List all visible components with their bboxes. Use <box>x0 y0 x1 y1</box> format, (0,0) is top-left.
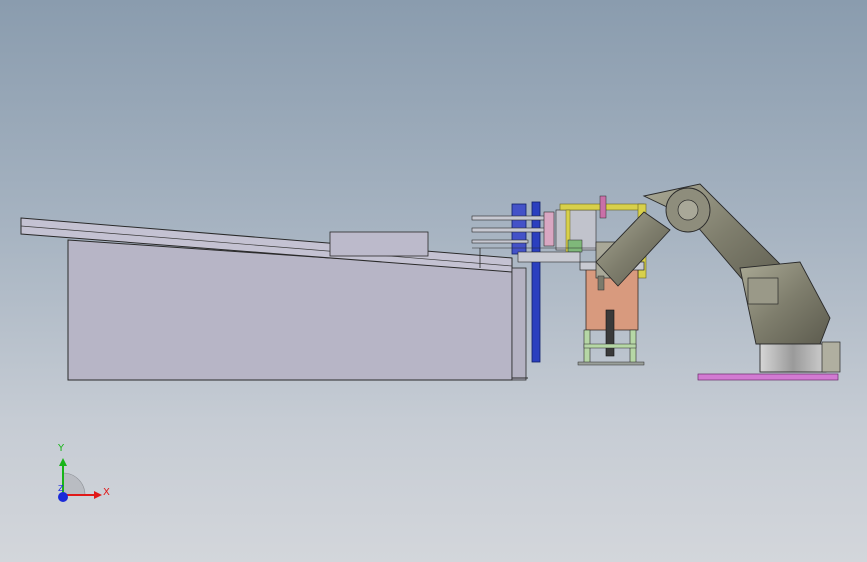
frame-rail-1 <box>471 215 553 221</box>
conveyor-end-cap <box>511 267 527 381</box>
coordinate-triad <box>58 458 102 502</box>
stand-cross-bar <box>583 343 637 349</box>
robot-base-plate <box>697 373 839 381</box>
conveyor-side-box <box>329 231 429 257</box>
robot-cable-box <box>821 341 841 373</box>
frame-slide <box>517 251 581 263</box>
robot-shoulder-box <box>747 277 779 305</box>
z-axis-label: Z <box>58 484 64 493</box>
cad-viewport[interactable]: Y X Z <box>0 0 867 562</box>
frame-pink-panel <box>543 211 555 247</box>
robot-elbow-cap <box>677 199 699 221</box>
y-axis-label: Y <box>58 443 65 454</box>
frame-pink-cylinder <box>599 195 607 219</box>
frame-rail-2 <box>471 227 553 233</box>
frame-blue-post <box>531 201 541 363</box>
gripper-jaw <box>597 275 605 291</box>
assembly-model[interactable] <box>0 0 867 562</box>
x-axis-label: X <box>103 487 110 498</box>
stand-foot <box>577 361 645 366</box>
robot-base <box>759 343 827 373</box>
frame-rail-3 <box>471 239 529 244</box>
fixture-rod <box>605 309 615 357</box>
inclined-conveyor[interactable] <box>20 217 528 381</box>
triad-arc <box>62 472 86 496</box>
frame-green-part <box>567 239 583 253</box>
y-axis-arrow <box>59 458 67 466</box>
x-axis-arrow <box>94 491 102 499</box>
